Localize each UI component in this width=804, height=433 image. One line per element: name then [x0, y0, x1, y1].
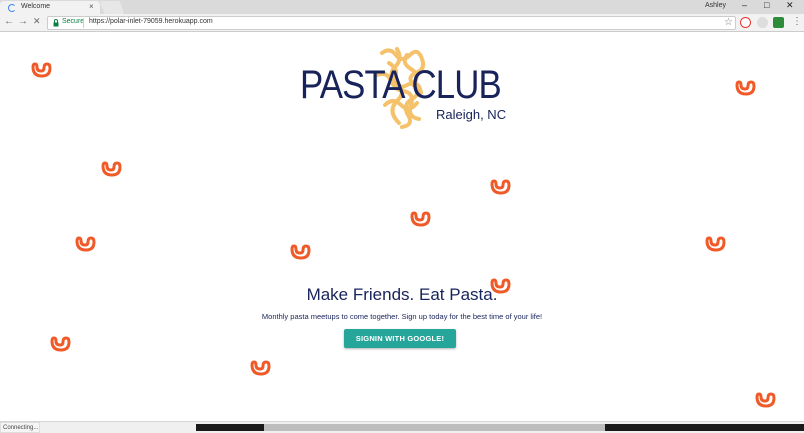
- browser-tab-active[interactable]: Welcome ×: [0, 1, 100, 14]
- pasta-icon: [31, 62, 52, 78]
- lock-icon: [53, 19, 59, 27]
- logo-title: PASTA CLUB: [300, 63, 502, 107]
- close-window-icon[interactable]: ✕: [786, 0, 794, 11]
- maximize-icon[interactable]: □: [764, 0, 769, 10]
- pasta-icon: [410, 211, 431, 227]
- browser-menu-icon[interactable]: ⋮: [792, 16, 802, 27]
- scrollbar-track[interactable]: [196, 424, 264, 431]
- url-text[interactable]: https://polar-inlet-79059.herokuapp.com: [89, 18, 213, 25]
- bookmark-star-icon[interactable]: ☆: [724, 17, 733, 28]
- green-extension-icon[interactable]: [773, 17, 784, 28]
- pasta-club-logo: PASTA CLUB Raleigh, NC: [297, 45, 507, 137]
- back-icon[interactable]: ←: [4, 16, 14, 27]
- pasta-icon: [50, 336, 71, 352]
- scrollbar-track[interactable]: [605, 424, 804, 431]
- pasta-icon: [250, 360, 271, 376]
- secure-label: Secure: [62, 18, 85, 25]
- logo-subtitle: Raleigh, NC: [436, 107, 507, 122]
- page-headline: Make Friends. Eat Pasta.: [306, 285, 498, 304]
- pasta-icon: [75, 236, 96, 252]
- profile-name[interactable]: Ashley: [705, 2, 726, 9]
- status-text: Connecting...: [0, 422, 40, 433]
- stop-loading-icon[interactable]: ✕: [33, 16, 41, 27]
- forward-icon[interactable]: →: [18, 16, 28, 27]
- url-separator: [83, 18, 84, 28]
- status-bar: Connecting...: [0, 421, 804, 433]
- pasta-icon: [101, 161, 122, 177]
- horizontal-scrollbar-thumb[interactable]: [264, 424, 605, 431]
- opera-extension-icon[interactable]: [740, 17, 751, 28]
- pasta-icon: [490, 179, 511, 195]
- signin-google-button[interactable]: SIGNIN WITH GOOGLE!: [344, 329, 456, 348]
- loading-spinner-icon: [8, 4, 16, 12]
- new-tab-button[interactable]: [99, 1, 125, 14]
- tab-title: Welcome: [21, 3, 51, 10]
- pasta-icon: [705, 236, 726, 252]
- address-bar[interactable]: Secure https://polar-inlet-79059.herokua…: [47, 16, 736, 30]
- page-viewport: PASTA CLUB Raleigh, NC Make Friends. Eat…: [0, 33, 804, 421]
- browser-toolbar: ← → ✕ Secure https://polar-inlet-79059.h…: [0, 14, 804, 32]
- page-tagline: Monthly pasta meetups to come together. …: [261, 312, 543, 321]
- tab-close-icon[interactable]: ×: [89, 2, 94, 11]
- pasta-icon: [755, 392, 776, 408]
- minimize-icon[interactable]: –: [742, 0, 747, 10]
- extension-icon[interactable]: [757, 17, 768, 28]
- pasta-icon: [290, 244, 311, 260]
- browser-tab-bar: Welcome × Ashley – □ ✕: [0, 0, 804, 14]
- pasta-icon: [735, 80, 756, 96]
